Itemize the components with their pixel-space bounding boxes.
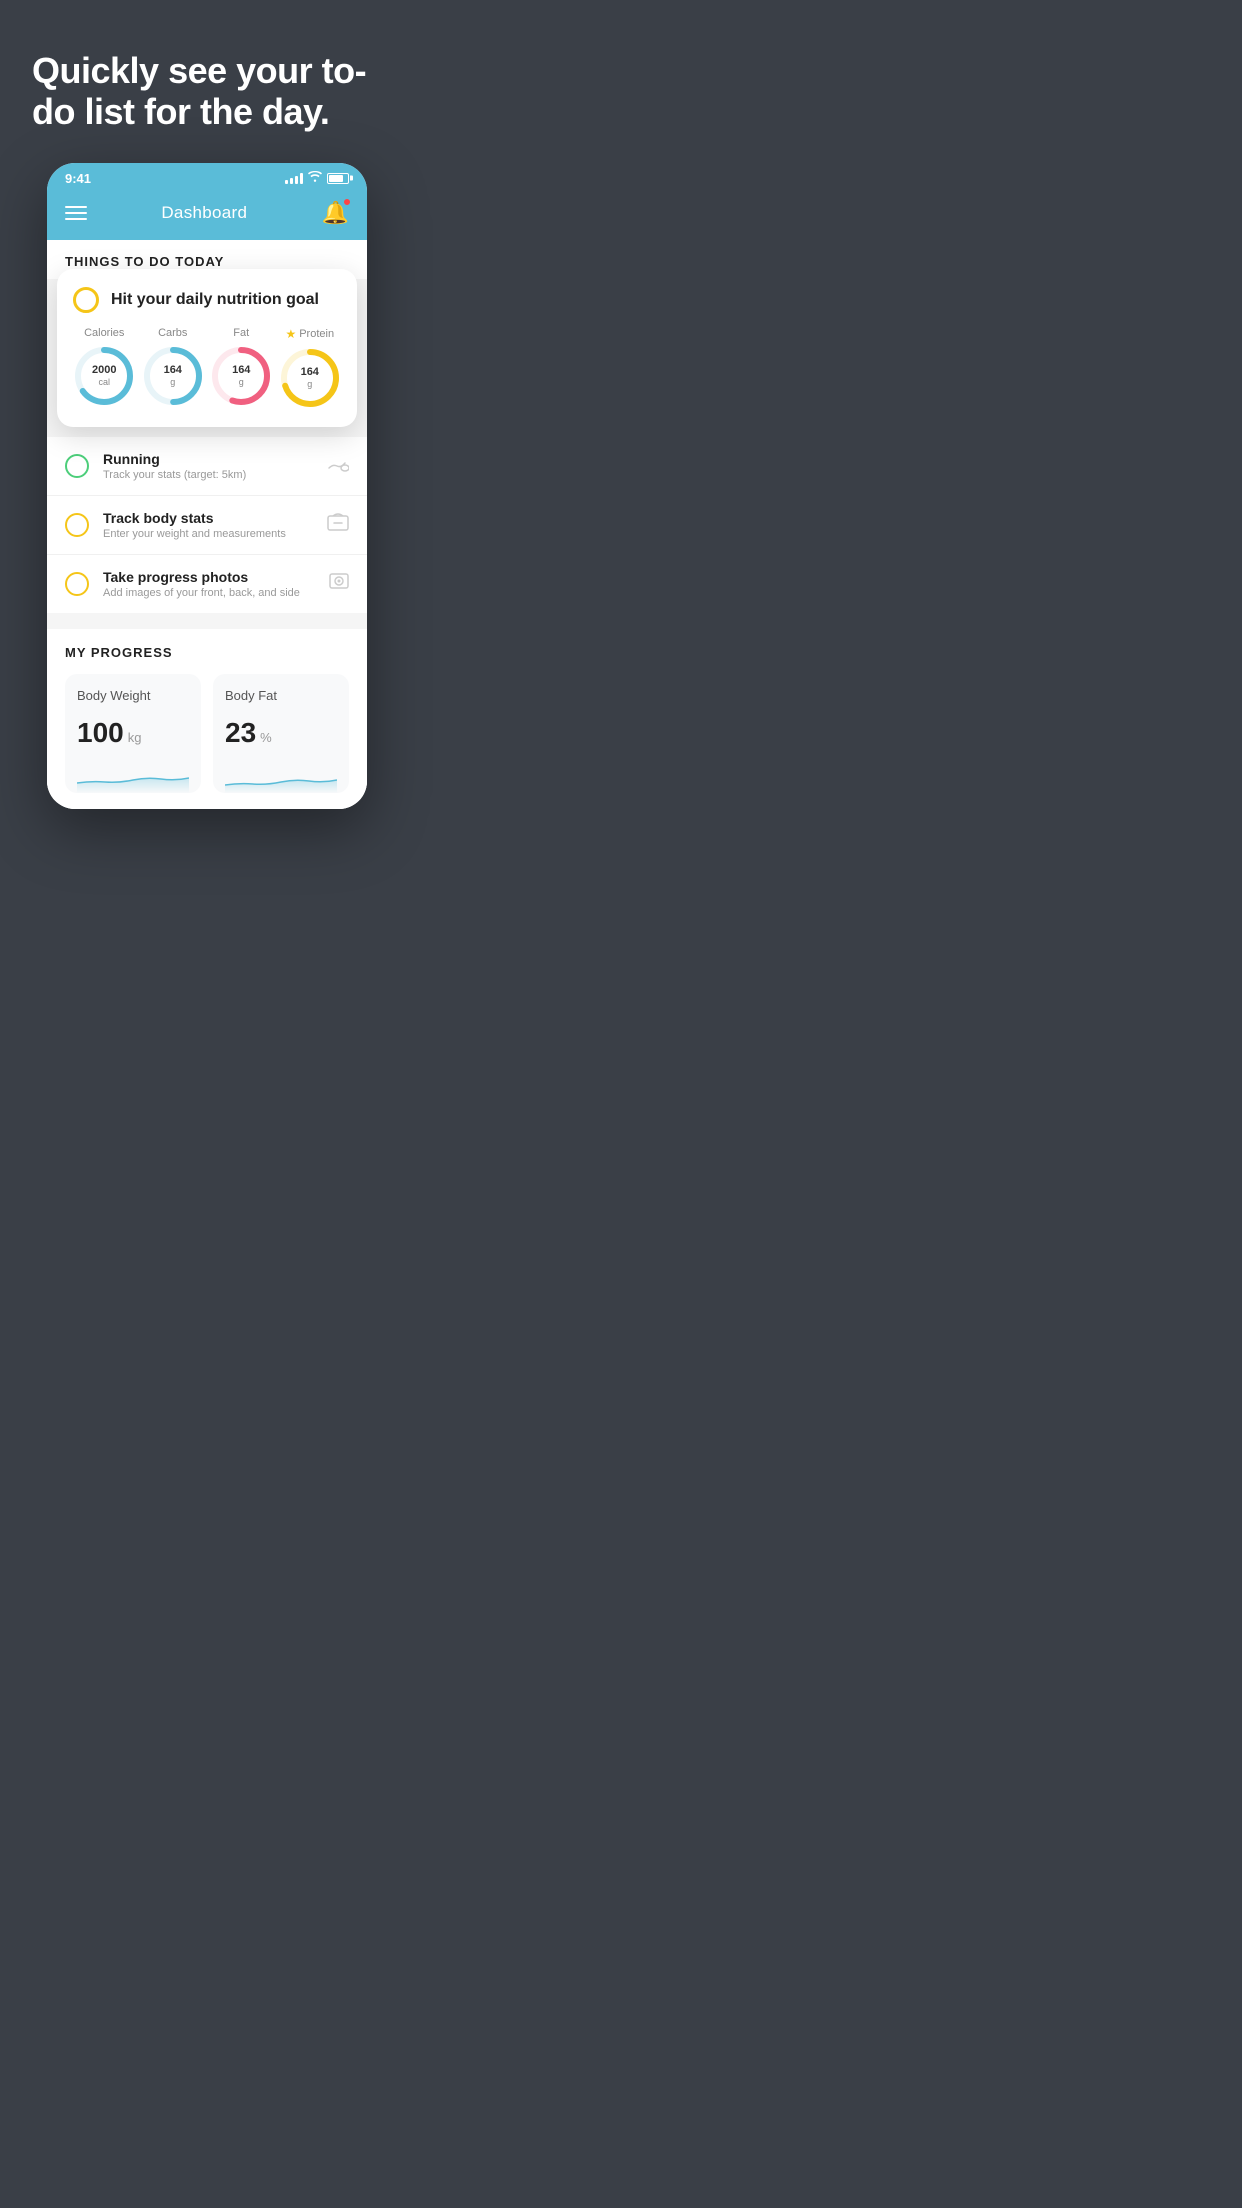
status-icons	[285, 171, 349, 185]
body-fat-value: 23	[225, 717, 256, 749]
progress-section: MY PROGRESS Body Weight 100 kg	[47, 629, 367, 809]
todo-item-running[interactable]: Running Track your stats (target: 5km)	[47, 437, 367, 496]
photos-title: Take progress photos	[103, 569, 315, 585]
body-fat-unit: %	[260, 730, 272, 745]
calories-label: Calories	[84, 327, 124, 339]
calories-ring: 2000 cal	[73, 345, 135, 407]
body-weight-card[interactable]: Body Weight 100 kg	[65, 674, 201, 793]
body-fat-chart	[225, 763, 337, 793]
body-stats-title: Track body stats	[103, 510, 313, 526]
battery-icon	[327, 173, 349, 184]
fat-label: Fat	[233, 327, 249, 339]
wifi-icon	[308, 171, 322, 185]
signal-icon	[285, 172, 303, 184]
star-icon: ★	[285, 327, 296, 341]
nutrition-checkbox[interactable]	[73, 287, 99, 313]
phone-content: THINGS TO DO TODAY Hit your daily nutrit…	[47, 240, 367, 809]
photos-checkbox[interactable]	[65, 572, 89, 596]
progress-header: MY PROGRESS	[65, 645, 349, 660]
progress-grid: Body Weight 100 kg	[65, 674, 349, 793]
carbs-ring: 164 g	[142, 345, 204, 407]
page-wrapper: Quickly see your to-do list for the day.…	[0, 0, 414, 839]
body-fat-card[interactable]: Body Fat 23 %	[213, 674, 349, 793]
nav-bar: Dashboard 🔔	[47, 190, 367, 240]
hero-title: Quickly see your to-do list for the day.	[32, 50, 382, 133]
nutrition-item-protein: ★ Protein 164 g	[279, 327, 342, 409]
scale-icon	[327, 512, 349, 537]
body-weight-value: 100	[77, 717, 124, 749]
body-weight-chart	[77, 763, 189, 793]
hamburger-menu[interactable]	[65, 206, 87, 220]
fat-ring: 164 g	[210, 345, 272, 407]
carbs-label: Carbs	[158, 327, 187, 339]
nutrition-item-calories: Calories 2000 cal	[73, 327, 136, 409]
body-weight-title: Body Weight	[77, 688, 189, 703]
hero-section: Quickly see your to-do list for the day.	[0, 0, 414, 163]
protein-ring: 164 g	[279, 347, 341, 409]
body-stats-checkbox[interactable]	[65, 513, 89, 537]
body-stats-subtitle: Enter your weight and measurements	[103, 528, 313, 540]
body-weight-unit: kg	[128, 730, 142, 745]
running-checkbox[interactable]	[65, 454, 89, 478]
todo-list: Running Track your stats (target: 5km)	[47, 437, 367, 613]
todo-item-body-stats[interactable]: Track body stats Enter your weight and m…	[47, 496, 367, 555]
running-subtitle: Track your stats (target: 5km)	[103, 469, 311, 481]
notification-bell[interactable]: 🔔	[322, 200, 349, 226]
nutrition-card: Hit your daily nutrition goal Calories	[57, 269, 357, 427]
nutrition-item-carbs: Carbs 164 g	[142, 327, 205, 409]
protein-label: ★ Protein	[285, 327, 334, 341]
status-bar: 9:41	[47, 163, 367, 190]
nav-title: Dashboard	[161, 203, 247, 223]
photos-subtitle: Add images of your front, back, and side	[103, 587, 315, 599]
nutrition-item-fat: Fat 164 g	[210, 327, 273, 409]
status-time: 9:41	[65, 171, 91, 186]
body-fat-title: Body Fat	[225, 688, 337, 703]
running-icon	[325, 454, 349, 477]
nutrition-grid: Calories 2000 cal	[73, 327, 341, 409]
phone-mockup: 9:41	[47, 163, 367, 809]
nutrition-card-title: Hit your daily nutrition goal	[111, 291, 319, 309]
todo-item-photos[interactable]: Take progress photos Add images of your …	[47, 555, 367, 613]
notification-dot	[343, 198, 351, 206]
running-title: Running	[103, 451, 311, 467]
photo-icon	[329, 571, 349, 596]
